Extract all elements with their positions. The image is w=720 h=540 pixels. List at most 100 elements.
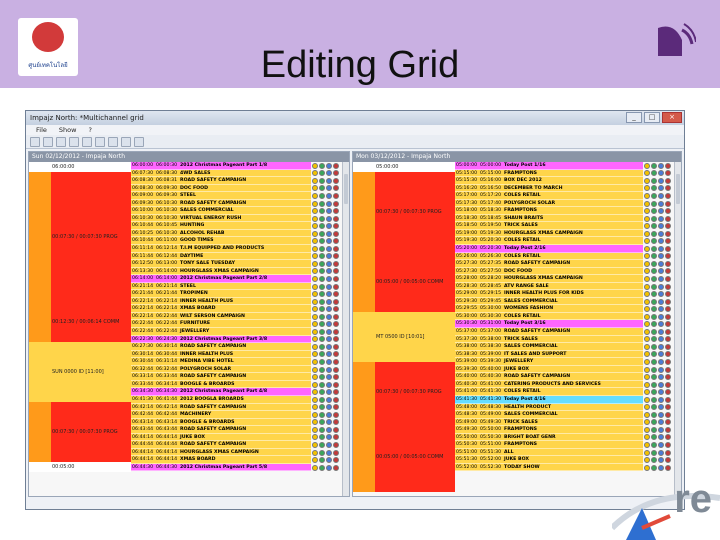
info-icon[interactable]	[326, 374, 332, 381]
info-icon[interactable]	[326, 396, 332, 403]
right-scrollbar[interactable]	[674, 162, 681, 496]
info-icon[interactable]	[326, 457, 332, 464]
schedule-row[interactable]: 06:10:25 06:10:30 ALCOHOL REHAB	[131, 229, 311, 238]
status-icon[interactable]	[312, 404, 318, 411]
check-icon[interactable]	[651, 200, 657, 207]
copy-icon[interactable]	[108, 136, 118, 147]
status-icon[interactable]	[644, 291, 650, 298]
schedule-block[interactable]: MT 0500 ID [10:01]	[375, 312, 455, 362]
schedule-row[interactable]: 06:21:14 06:21:14 STEEL	[131, 282, 311, 291]
check-icon[interactable]	[319, 291, 325, 298]
status-icon[interactable]	[312, 464, 318, 471]
check-icon[interactable]	[319, 177, 325, 184]
flag-icon[interactable]	[333, 358, 339, 365]
status-icon[interactable]	[312, 419, 318, 426]
flag-icon[interactable]	[333, 192, 339, 199]
check-icon[interactable]	[651, 343, 657, 350]
flag-icon[interactable]	[333, 313, 339, 320]
status-icon[interactable]	[312, 374, 318, 381]
schedule-row[interactable]: 05:37:00 05:37:00 ROAD SAFETY CAMPAIGN	[455, 328, 643, 336]
check-icon[interactable]	[651, 389, 657, 396]
flag-icon[interactable]	[333, 434, 339, 441]
status-icon[interactable]	[644, 238, 650, 245]
status-icon[interactable]	[312, 291, 318, 298]
check-icon[interactable]	[319, 275, 325, 282]
info-icon[interactable]	[658, 291, 664, 298]
schedule-row[interactable]: 06:11:44 06:12:44 DAYTIME	[131, 252, 311, 261]
info-icon[interactable]	[658, 457, 664, 464]
check-icon[interactable]	[651, 185, 657, 192]
flag-icon[interactable]	[665, 275, 671, 282]
info-icon[interactable]	[658, 328, 664, 335]
status-icon[interactable]	[644, 374, 650, 381]
info-icon[interactable]	[326, 336, 332, 343]
check-icon[interactable]	[319, 457, 325, 464]
schedule-row[interactable]: 05:38:30 05:39:00 IT SALES AND SUPPORT	[455, 350, 643, 359]
check-icon[interactable]	[319, 215, 325, 222]
flag-icon[interactable]	[333, 374, 339, 381]
check-icon[interactable]	[319, 449, 325, 456]
schedule-row[interactable]: 05:30:30 05:31:00 Today Post 3/16	[455, 320, 643, 329]
status-icon[interactable]	[644, 298, 650, 305]
flag-icon[interactable]	[665, 291, 671, 298]
info-icon[interactable]	[326, 208, 332, 215]
info-icon[interactable]	[326, 275, 332, 282]
flag-icon[interactable]	[333, 411, 339, 418]
check-icon[interactable]	[651, 215, 657, 222]
info-icon[interactable]	[658, 223, 664, 230]
status-icon[interactable]	[644, 306, 650, 313]
check-icon[interactable]	[319, 464, 325, 471]
check-icon[interactable]	[319, 321, 325, 328]
info-icon[interactable]	[326, 185, 332, 192]
info-icon[interactable]	[658, 336, 664, 343]
status-icon[interactable]	[644, 253, 650, 260]
check-icon[interactable]	[319, 366, 325, 373]
status-icon[interactable]	[644, 170, 650, 177]
check-icon[interactable]	[651, 351, 657, 358]
check-icon[interactable]	[319, 268, 325, 275]
schedule-row[interactable]: 05:50:30 05:51:00 FRAMPTONS	[455, 441, 643, 449]
check-icon[interactable]	[651, 313, 657, 320]
check-icon[interactable]	[651, 223, 657, 230]
flag-icon[interactable]	[333, 381, 339, 388]
status-icon[interactable]	[312, 351, 318, 358]
check-icon[interactable]	[651, 283, 657, 290]
check-icon[interactable]	[319, 419, 325, 426]
check-icon[interactable]	[651, 419, 657, 426]
status-icon[interactable]	[644, 245, 650, 252]
right-scroll-thumb[interactable]	[676, 174, 680, 204]
info-icon[interactable]	[658, 298, 664, 305]
flag-icon[interactable]	[333, 200, 339, 207]
info-icon[interactable]	[326, 351, 332, 358]
info-icon[interactable]	[326, 238, 332, 245]
schedule-row[interactable]: 05:41:30 05:41:30 Today Post 4/16	[455, 395, 643, 404]
check-icon[interactable]	[319, 434, 325, 441]
info-icon[interactable]	[326, 343, 332, 350]
flag-icon[interactable]	[665, 245, 671, 252]
check-icon[interactable]	[319, 245, 325, 252]
info-icon[interactable]	[658, 358, 664, 365]
open-icon[interactable]	[43, 136, 53, 147]
schedule-row[interactable]: 06:44:14 06:44:14 XMAS BOARD	[131, 456, 311, 464]
schedule-block[interactable]: 00:05:00	[51, 462, 131, 472]
check-icon[interactable]	[651, 321, 657, 328]
status-icon[interactable]	[644, 185, 650, 192]
flag-icon[interactable]	[333, 177, 339, 184]
info-icon[interactable]	[658, 351, 664, 358]
info-icon[interactable]	[326, 419, 332, 426]
check-icon[interactable]	[319, 260, 325, 267]
flag-icon[interactable]	[665, 321, 671, 328]
flag-icon[interactable]	[333, 215, 339, 222]
flag-icon[interactable]	[665, 449, 671, 456]
check-icon[interactable]	[651, 162, 657, 169]
flag-icon[interactable]	[333, 253, 339, 260]
info-icon[interactable]	[658, 321, 664, 328]
check-icon[interactable]	[651, 208, 657, 215]
check-icon[interactable]	[651, 381, 657, 388]
flag-icon[interactable]	[333, 389, 339, 396]
status-icon[interactable]	[312, 253, 318, 260]
info-icon[interactable]	[326, 426, 332, 433]
schedule-row[interactable]: 05:29:30 05:29:45 SALES COMMERCIAL	[455, 297, 643, 306]
status-icon[interactable]	[312, 426, 318, 433]
status-icon[interactable]	[312, 223, 318, 230]
